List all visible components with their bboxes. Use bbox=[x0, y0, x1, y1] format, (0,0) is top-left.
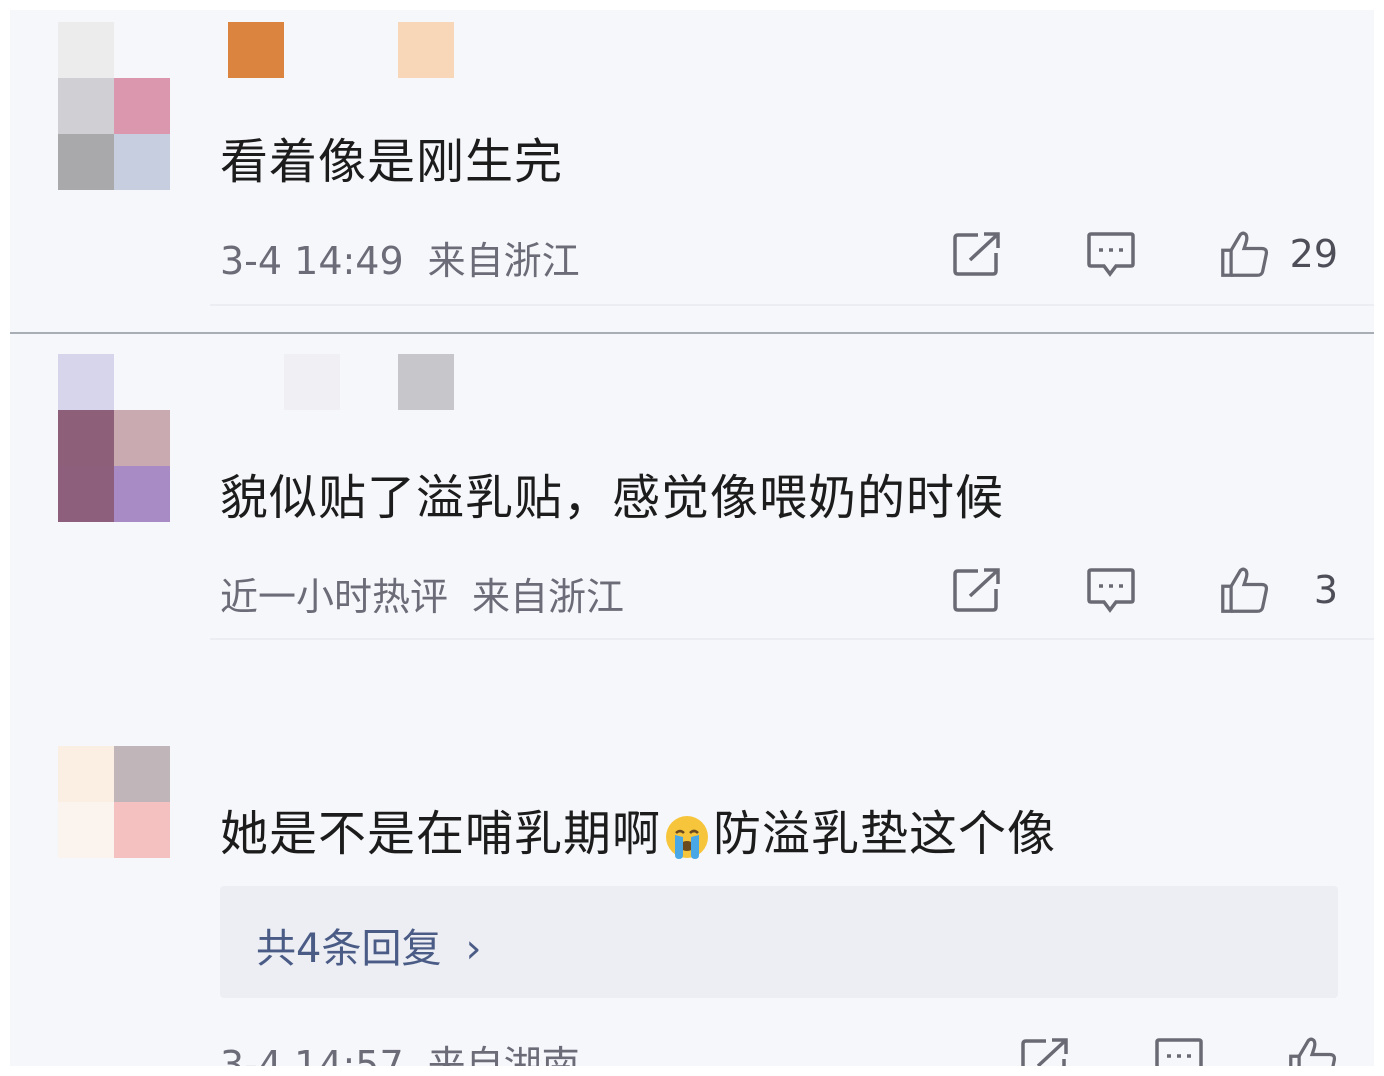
chevron-right-icon: › bbox=[465, 926, 482, 972]
thumbs-up-icon[interactable] bbox=[1220, 229, 1270, 279]
avatar-pixel bbox=[58, 22, 114, 78]
comment-location: 来自浙江 bbox=[472, 575, 625, 619]
username-pixelated[interactable] bbox=[220, 22, 620, 78]
avatar-pixel bbox=[58, 746, 114, 802]
comment-divider bbox=[210, 638, 1374, 640]
avatar[interactable] bbox=[58, 354, 170, 522]
comment-icon[interactable] bbox=[1086, 229, 1136, 279]
username-pixel bbox=[284, 354, 340, 410]
username-pixel bbox=[228, 22, 284, 78]
comment-location: 来自湖南 bbox=[427, 1043, 580, 1066]
like-count: 3 bbox=[1313, 568, 1338, 612]
comment-time: 3-4 14:57 bbox=[220, 1043, 404, 1066]
comment-actions: 29 bbox=[868, 224, 1338, 284]
avatar-pixel bbox=[114, 410, 170, 466]
comment-meta: 3-4 14:57 来自湖南 bbox=[220, 1034, 580, 1066]
thumbs-up-icon[interactable] bbox=[1288, 1035, 1338, 1066]
comment-icon[interactable] bbox=[1086, 565, 1136, 615]
share-icon[interactable] bbox=[952, 229, 1002, 279]
comment-text: 她是不是在哺乳期啊 防溢乳垫这个像 bbox=[220, 794, 1056, 864]
replies-button[interactable]: 共4条回复 › bbox=[220, 886, 1338, 998]
crying-face-icon bbox=[663, 813, 711, 861]
avatar-pixel bbox=[58, 354, 114, 410]
comment-text-part: 她是不是在哺乳期啊 bbox=[220, 806, 662, 862]
avatar-pixel bbox=[114, 78, 170, 134]
username-pixel bbox=[398, 22, 454, 78]
share-icon[interactable] bbox=[1020, 1035, 1070, 1066]
avatar[interactable] bbox=[58, 746, 170, 858]
reply-count-link[interactable]: 共4条回复 › bbox=[256, 916, 481, 974]
comment-actions bbox=[936, 1030, 1338, 1066]
comment-item: 看着像是刚生完 3-4 14:49 来自浙江 29 bbox=[10, 22, 1374, 322]
reply-count-label: 共4条回复 bbox=[256, 926, 442, 972]
comment-list: 看着像是刚生完 3-4 14:49 来自浙江 29 貌似贴了溢乳贴，感觉像喂奶的… bbox=[10, 10, 1374, 1066]
comment-item: 貌似贴了溢乳贴，感觉像喂奶的时候 近一小时热评 来自浙江 3 bbox=[10, 354, 1374, 654]
comment-meta: 近一小时热评 来自浙江 bbox=[220, 566, 624, 621]
comment-text: 貌似贴了溢乳贴，感觉像喂奶的时候 bbox=[220, 470, 1005, 526]
comment-location: 来自浙江 bbox=[427, 239, 580, 283]
avatar-pixel bbox=[58, 134, 114, 190]
avatar-pixel bbox=[58, 466, 114, 522]
avatar[interactable] bbox=[58, 22, 170, 190]
avatar-pixel bbox=[58, 802, 114, 858]
comment-icon[interactable] bbox=[1154, 1035, 1204, 1066]
comment-divider bbox=[210, 304, 1374, 306]
username-pixel bbox=[398, 354, 454, 410]
share-icon[interactable] bbox=[952, 565, 1002, 615]
comment-time: 3-4 14:49 bbox=[220, 239, 404, 283]
comment-actions: 3 bbox=[868, 560, 1338, 620]
avatar-pixel bbox=[114, 134, 170, 190]
comment-meta: 3-4 14:49 来自浙江 bbox=[220, 230, 580, 285]
avatar-pixel bbox=[114, 802, 170, 858]
like-count: 29 bbox=[1289, 232, 1338, 276]
avatar-pixel bbox=[114, 466, 170, 522]
username-pixelated[interactable] bbox=[220, 354, 620, 410]
thumbs-up-icon[interactable] bbox=[1220, 565, 1270, 615]
comment-text: 看着像是刚生完 bbox=[220, 134, 564, 190]
avatar-pixel bbox=[58, 410, 114, 466]
comment-text-part: 防溢乳垫这个像 bbox=[713, 806, 1057, 862]
avatar-pixel bbox=[114, 746, 170, 802]
avatar-pixel bbox=[58, 78, 114, 134]
section-divider bbox=[10, 332, 1374, 334]
comment-time: 近一小时热评 bbox=[220, 575, 449, 619]
comment-item: 她是不是在哺乳期啊 防溢乳垫这个像 bbox=[10, 690, 1374, 1066]
